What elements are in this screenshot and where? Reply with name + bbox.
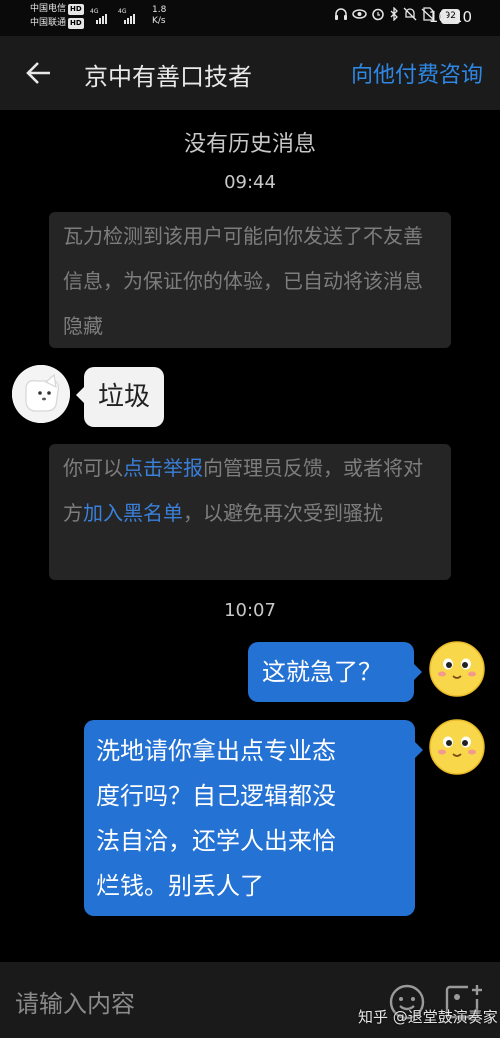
carrier-1-label: 中国电信 [30, 4, 67, 14]
hd-badge-2: HD [68, 18, 84, 29]
avatar-self-2[interactable] [428, 718, 486, 776]
system-notice-hidden: 瓦力检测到该用户可能向你发送了不友善信息，为保证你的体验，已自动将该消息隐藏 [49, 212, 451, 348]
zhihu-watermark: 知乎 @退堂鼓演奏家 [358, 1008, 498, 1026]
mute-bell-icon [403, 7, 417, 25]
sent-message-line: 烂钱。别丢人了 [96, 872, 264, 900]
sent-message-text-1: 这就急了？ [262, 658, 382, 686]
hd-badge-1: HD [68, 4, 84, 15]
no-history-label: 没有历史消息 [183, 132, 316, 157]
signal-icon-2: 4G [118, 8, 136, 24]
status-bar: 中国电信 HD 中国联通 HD 4G 4G 1.8 K/s 92 10:10 [0, 0, 500, 36]
emoji-face-icon [429, 719, 485, 775]
chat-title: 京中有善口技者 [84, 63, 252, 91]
message-input[interactable]: 请输入内容 [15, 984, 135, 1019]
arrow-left-icon [26, 62, 50, 84]
sent-message-line: 法自洽，还学人出来恰 [96, 827, 336, 855]
network-speed-value: 1.8 [152, 5, 167, 15]
bluetooth-icon [389, 6, 399, 25]
status-time: 10:10 [428, 8, 472, 26]
avatar-other-user[interactable] [12, 365, 70, 423]
signal-icon-1: 4G [90, 8, 108, 24]
system-notice-report: 你可以点击举报向管理员反馈，或者将对方加入黑名单，以避免再次受到骚扰 [49, 444, 451, 580]
notice-text-3: ，以避免再次受到骚扰 [183, 501, 383, 525]
carrier-1: 中国电信 HD [30, 4, 84, 15]
sent-message-line: 度行吗？自己逻辑都没 [96, 782, 336, 810]
paid-consult-button[interactable]: 向他付费咨询 [351, 57, 483, 89]
sent-message-line: 洗地请你拿出点专业态 [96, 737, 336, 765]
received-message-text: 垃圾 [98, 382, 151, 412]
headphones-icon [334, 7, 348, 25]
notice-text-1: 你可以 [63, 456, 123, 480]
back-button[interactable] [22, 56, 56, 90]
dog-avatar-icon [12, 365, 70, 423]
network-speed: 1.8 K/s [152, 5, 166, 27]
chat-header: 京中有善口技者 向他付费咨询 [0, 36, 500, 110]
eye-icon [351, 7, 367, 25]
alarm-icon [371, 7, 385, 25]
sent-message-bubble-2[interactable]: 洗地请你拿出点专业态 度行吗？自己逻辑都没 法自洽，还学人出来恰 烂钱。别丢人了 [84, 720, 423, 916]
received-message-bubble[interactable]: 垃圾 [75, 367, 165, 427]
timestamp-2: 10:07 [224, 600, 276, 621]
carrier-2: 中国联通 HD [30, 18, 84, 29]
emoji-face-icon [429, 641, 485, 697]
network-type-1: 4G [90, 8, 99, 15]
sent-message-bubble-1[interactable]: 这就急了？ [248, 642, 422, 702]
network-type-2: 4G [118, 8, 127, 15]
network-speed-unit: K/s [152, 16, 166, 26]
carrier-2-label: 中国联通 [30, 18, 67, 28]
avatar-self-1[interactable] [428, 640, 486, 698]
report-link[interactable]: 点击举报 [123, 456, 203, 480]
blacklist-link[interactable]: 加入黑名单 [83, 501, 183, 525]
timestamp-1: 09:44 [224, 172, 276, 193]
